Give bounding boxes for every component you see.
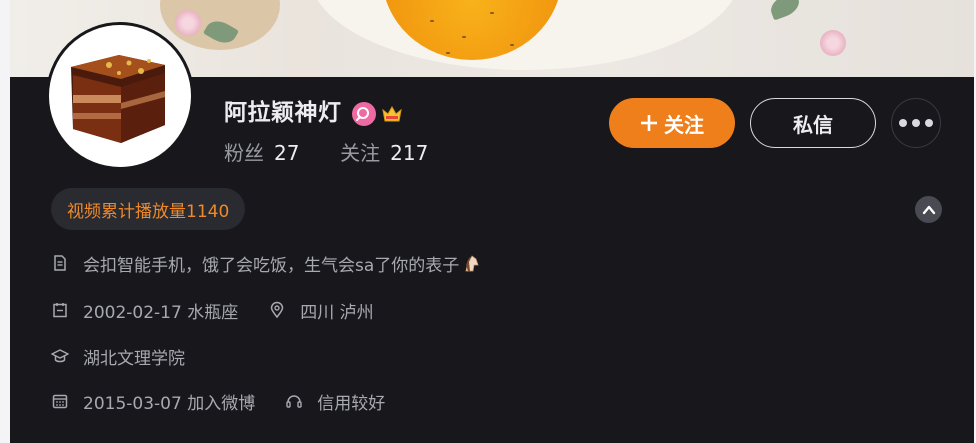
follow-button[interactable]: 关注: [609, 98, 735, 148]
calendar-grid-icon: [52, 394, 68, 409]
crown-badge-icon[interactable]: [380, 102, 404, 126]
followers-count: 27: [274, 141, 300, 165]
school-row: 湖北文理学院: [51, 342, 185, 370]
banner-spice: [510, 44, 514, 46]
followers-label: 粉丝: [224, 141, 264, 165]
play-count-tag: 视频累计播放量1140: [51, 188, 246, 230]
birthday-item: 2002-02-17 水瓶座: [51, 298, 238, 323]
birthday-location-row: 2002-02-17 水瓶座 四川 泸州: [51, 296, 374, 324]
bio-row: 会扣智能手机，饿了会吃饭，生气会sa了你的表子: [51, 249, 481, 277]
banner-spice: [446, 52, 450, 54]
avatar[interactable]: [46, 22, 194, 170]
collapse-button[interactable]: [915, 196, 942, 223]
plus-icon: [641, 115, 657, 131]
graduation-cap-icon: [51, 349, 69, 363]
message-label: 私信: [793, 112, 833, 137]
followers-stat[interactable]: 粉丝 27: [224, 141, 306, 165]
profile-name: 阿拉颖神灯: [224, 100, 342, 126]
joined-item: 2015-03-07 加入微博: [51, 389, 255, 414]
banner-spice: [462, 36, 466, 38]
birthday-text: 2002-02-17 水瓶座: [83, 302, 239, 323]
credit-icon: [286, 395, 302, 408]
credit-text: 信用较好: [317, 393, 386, 414]
search-badge-icon[interactable]: [352, 102, 376, 126]
credit-item[interactable]: 信用较好: [285, 389, 385, 414]
banner-flower: [820, 30, 846, 56]
following-stat[interactable]: 关注 217: [340, 141, 428, 165]
following-count: 217: [390, 141, 429, 165]
joined-credit-row: 2015-03-07 加入微博 信用较好: [51, 387, 385, 415]
braised-pork-image: [71, 55, 165, 143]
more-dots-icon[interactable]: [891, 98, 941, 148]
location-text: 四川 泸州: [300, 302, 374, 323]
following-label: 关注: [340, 141, 381, 165]
follow-label: 关注: [664, 112, 704, 137]
bio-text: 会扣智能手机，饿了会吃饭，生气会sa了你的表子: [83, 255, 460, 276]
banner-leaf: [767, 0, 803, 21]
horse-emoji: [465, 255, 479, 272]
message-button[interactable]: 私信: [750, 98, 876, 148]
profile-stats: 粉丝 27 关注 217: [224, 139, 428, 167]
chevron-up-icon: [922, 205, 935, 214]
banner-spice: [430, 20, 434, 22]
location-item: 四川 泸州: [268, 298, 374, 323]
banner-spice: [490, 12, 494, 14]
calendar-icon: [53, 303, 67, 318]
document-icon: [54, 255, 66, 271]
location-pin-icon: [270, 301, 284, 319]
profile-card: 阿拉颖神灯 粉丝 27 关注 217 关注 私信 视频累计播放量1140 会扣智…: [10, 0, 974, 443]
joined-text: 2015-03-07 加入微博: [83, 393, 256, 414]
school-text: 湖北文理学院: [83, 348, 185, 369]
